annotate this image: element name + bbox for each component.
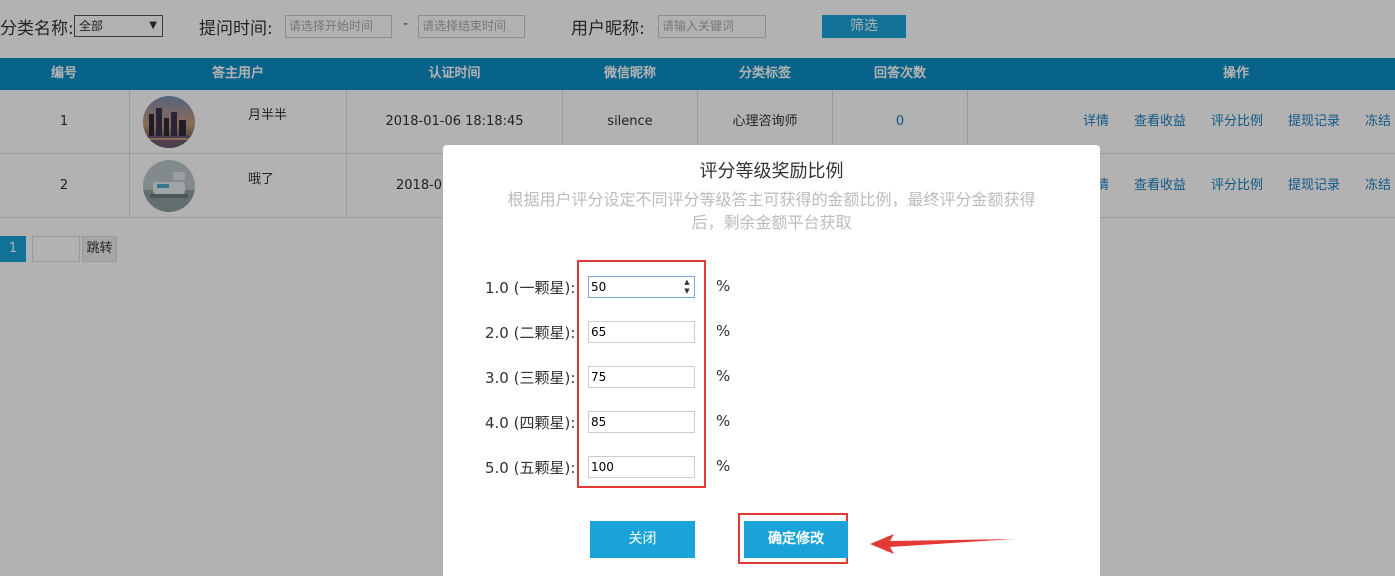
percent-unit: % bbox=[716, 277, 731, 295]
rating-ratio-modal: 评分等级奖励比例 根据用户评分设定不同评分等级答主可获得的金额比例，最终评分金额… bbox=[443, 145, 1100, 576]
confirm-modify-button[interactable]: 确定修改 bbox=[744, 521, 848, 558]
modal-description: 根据用户评分设定不同评分等级答主可获得的金额比例，最终评分金额获得后，剩余金额平… bbox=[507, 190, 1036, 232]
rate-label-4-star: 4.0 (四颗星): bbox=[485, 414, 576, 432]
rate-label-2-star: 2.0 (二颗星): bbox=[485, 324, 576, 342]
modal-title: 评分等级奖励比例 bbox=[699, 161, 844, 182]
close-button[interactable]: 关闭 bbox=[590, 521, 695, 558]
rate-label-1-star: 1.0 (一颗星): bbox=[485, 279, 576, 297]
percent-unit: % bbox=[716, 322, 731, 340]
percent-unit: % bbox=[716, 412, 731, 430]
confirm-highlight-box: 确定修改 bbox=[738, 513, 848, 564]
percent-unit: % bbox=[716, 367, 731, 385]
rate-label-3-star: 3.0 (三颗星): bbox=[485, 369, 576, 387]
percent-unit: % bbox=[716, 457, 731, 475]
rate-label-5-star: 5.0 (五颗星): bbox=[485, 459, 576, 477]
inputs-highlight-box bbox=[577, 260, 706, 488]
annotation-arrow-icon bbox=[870, 534, 1014, 554]
